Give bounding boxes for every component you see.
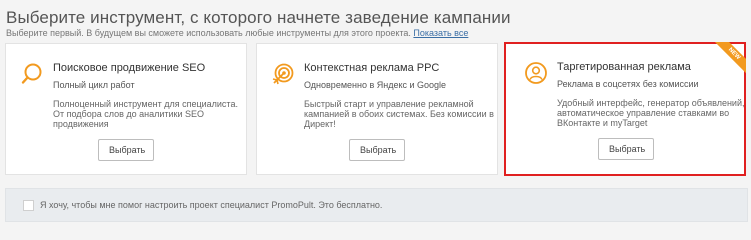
help-option-panel: Я хочу, чтобы мне помог настроить проект… <box>5 188 748 222</box>
card-subtitle: Полный цикл работ <box>53 80 135 90</box>
card-title: Таргетированная реклама <box>557 61 691 73</box>
page-title: Выберите инструмент, с которого начнете … <box>6 8 511 27</box>
tool-card-ppc: Контекстная реклама PPC Одновременно в Я… <box>256 43 498 175</box>
help-option-label[interactable]: Я хочу, чтобы мне помог настроить проект… <box>40 200 382 210</box>
tool-card-seo: Поисковое продвижение SEO Полный цикл ра… <box>5 43 247 175</box>
card-description: Удобный интерфейс, генератор объявлений,… <box>557 98 745 128</box>
select-targeted-button[interactable]: Выбрать <box>598 138 654 160</box>
select-ppc-button[interactable]: Выбрать <box>349 139 405 161</box>
card-description: Быстрый старт и управление рекламной кам… <box>304 99 494 129</box>
target-icon <box>272 63 294 85</box>
tool-selection-page: Выберите инструмент, с которого начнете … <box>0 0 751 227</box>
new-badge-label: NEW <box>712 42 746 76</box>
card-title: Контекстная реклама PPC <box>304 62 440 74</box>
select-seo-button[interactable]: Выбрать <box>98 139 154 161</box>
subtitle-text: Выберите первый. В будущем вы сможете ис… <box>6 28 411 38</box>
user-icon <box>525 62 547 84</box>
card-subtitle: Реклама в соцсетях без комиссии <box>557 79 699 89</box>
tool-card-targeted: NEW Таргетированная реклама Реклама в со… <box>504 42 746 176</box>
card-subtitle: Одновременно в Яндекс и Google <box>304 80 447 90</box>
show-all-link[interactable]: Показать все <box>413 28 468 38</box>
card-description: Полноценный инструмент для специалиста. … <box>53 99 238 129</box>
card-title: Поисковое продвижение SEO <box>53 62 206 74</box>
search-icon <box>21 63 42 84</box>
help-checkbox[interactable] <box>23 200 34 211</box>
new-badge: NEW <box>710 42 746 78</box>
page-subtitle: Выберите первый. В будущем вы сможете ис… <box>6 28 468 38</box>
